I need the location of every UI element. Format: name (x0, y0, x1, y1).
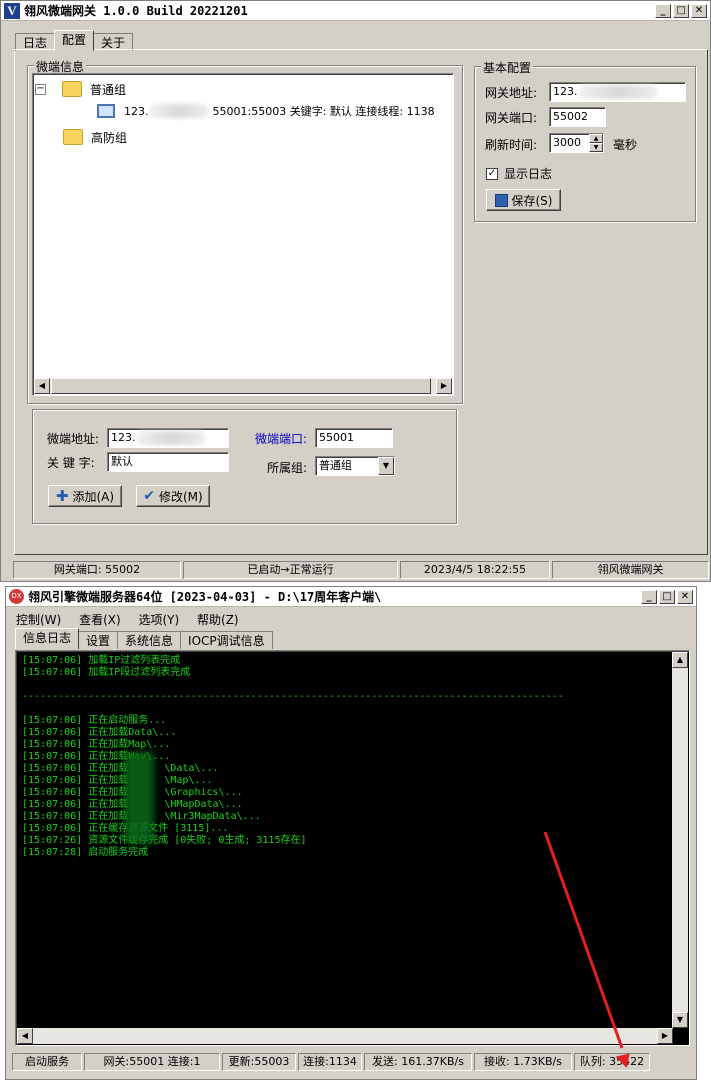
spin-down-icon[interactable]: ▼ (589, 143, 603, 152)
tree-row-server[interactable]: 123. 55001:55003 关键字: 默认 连接线程: 1138 (97, 101, 435, 121)
maximize-button[interactable]: □ (659, 589, 675, 604)
gateway-titlebar[interactable]: V 翎风微端网关 1.0.0 Build 20221201 _ □ ✕ (1, 1, 710, 21)
menu-view[interactable]: 查看(X) (79, 613, 121, 627)
collapse-icon[interactable]: − (35, 83, 46, 95)
annotation-arrow (543, 831, 630, 1068)
status-running: 已启动→正常运行 (183, 561, 398, 579)
log-line: [15:07:06] 正在启动服务... (22, 715, 167, 726)
status-gateway-connections: 网关:55001 连接:1 (84, 1053, 220, 1071)
show-log-checkbox[interactable]: ✓ 显示日志 (486, 165, 552, 182)
group-label: 所属组: (267, 461, 308, 475)
tab-config[interactable]: 配置 (54, 30, 95, 51)
log-line: [15:07:06] 加载IP过滤列表完成 (22, 655, 181, 666)
log-line: [15:07:06] 正在加载 \Data\... (22, 763, 219, 774)
gateway-port-label: 网关端口: (485, 111, 538, 125)
tree-row-group2[interactable]: 高防组 (63, 126, 127, 148)
scroll-up-icon[interactable]: ▲ (672, 652, 688, 668)
server-menubar: 控制(W) 查看(X) 选项(Y) 帮助(Z) (6, 607, 696, 627)
save-button[interactable]: 保存(S) (486, 189, 561, 211)
refresh-unit: 毫秒 (613, 138, 638, 152)
basic-config-legend: 基本配置 (481, 59, 534, 76)
tab-iocp-debug[interactable]: IOCP调试信息 (180, 631, 273, 649)
computer-icon (97, 104, 115, 118)
log-line: [15:07:06] 正在加载 \Graphics\... (22, 787, 243, 798)
refresh-label: 刷新时间: (485, 138, 538, 152)
status-datetime: 2023/4/5 18:22:55 (400, 561, 550, 579)
scroll-right-icon[interactable]: ▶ (657, 1028, 673, 1044)
gateway-window: V 翎风微端网关 1.0.0 Build 20221201 _ □ ✕ 日志 配… (0, 0, 711, 582)
gateway-address-label: 网关地址: (485, 86, 538, 100)
gateway-statusbar: 网关端口: 55002 已启动→正常运行 2023/4/5 18:22:55 翎… (13, 561, 709, 579)
log-line: ----------------------------------------… (22, 691, 564, 702)
checkbox-icon[interactable]: ✓ (486, 167, 498, 180)
menu-help[interactable]: 帮助(Z) (197, 613, 239, 627)
menu-options[interactable]: 选项(Y) (138, 613, 179, 627)
close-button[interactable]: ✕ (677, 589, 693, 604)
status-gateway-port: 网关端口: 55002 (13, 561, 181, 579)
server-tree[interactable]: − 普通组 123. 55001:55003 关键字: 默认 连接线程: 113… (32, 73, 454, 396)
server-titlebar[interactable]: DX 翎风引擎微端服务器64位 [2023-04-03] - D:\17周年客户… (6, 587, 696, 607)
keyword-input[interactable]: 默认 (107, 452, 229, 472)
scroll-left-icon[interactable]: ◀ (34, 378, 50, 394)
micro-address-input[interactable]: 123. (107, 428, 229, 448)
micro-port-input[interactable]: 55001 (315, 428, 393, 448)
log-line: [15:07:06] 正在加载 \Map\... (22, 775, 213, 786)
redacted-ip (148, 104, 209, 118)
tree-row-group1[interactable]: − 普通组 (35, 78, 126, 100)
scroll-right-icon[interactable]: ▶ (436, 378, 452, 394)
status-app-name: 翎风微端网关 (552, 561, 709, 579)
gateway-port-input[interactable]: 55002 (549, 107, 606, 127)
console-vscrollbar[interactable]: ▲ ▼ (672, 652, 688, 1028)
checkmark-icon: ✔ (143, 488, 155, 504)
gateway-title: 翎风微端网关 1.0.0 Build 20221201 (24, 4, 248, 18)
tab-system-info[interactable]: 系统信息 (117, 631, 182, 649)
minimize-button[interactable]: _ (641, 589, 657, 604)
app-logo-icon: V (4, 2, 20, 19)
log-line: [15:07:06] 正在加载Data\... (22, 727, 177, 738)
redaction-smudge (124, 752, 154, 844)
chevron-down-icon[interactable]: ▼ (378, 457, 394, 475)
log-line: [15:07:06] 正在加载Wav\... (22, 751, 171, 762)
scroll-thumb[interactable] (51, 378, 431, 394)
close-button[interactable]: ✕ (691, 3, 707, 18)
tree-group1-label: 普通组 (90, 82, 127, 97)
minimize-button[interactable]: _ (655, 3, 671, 18)
maximize-button[interactable]: □ (673, 3, 689, 18)
server-details: 55001:55003 关键字: 默认 连接线程: 1138 (212, 105, 435, 118)
micro-address-label: 微端地址: (47, 432, 100, 446)
server-title: 翎风引擎微端服务器64位 [2023-04-03] - D:\17周年客户端\ (28, 590, 382, 604)
folder-icon (63, 129, 83, 145)
gateway-address-input[interactable]: 123. (549, 82, 686, 102)
scroll-left-icon[interactable]: ◀ (17, 1028, 33, 1044)
log-line: [15:07:06] 加载IP段过滤列表完成 (22, 667, 191, 678)
status-send-rate: 发送: 161.37KB/s (364, 1053, 472, 1071)
status-start-service: 启动服务 (12, 1053, 82, 1071)
folder-icon (62, 81, 82, 97)
arrow-head (615, 1053, 630, 1068)
refresh-spinner[interactable]: 3000 ▲ ▼ (549, 133, 604, 153)
group-select[interactable]: 普通组 ▼ (315, 456, 395, 476)
scroll-down-icon[interactable]: ▼ (672, 1012, 688, 1028)
tree-hscrollbar[interactable]: ◀ ▶ (34, 378, 452, 394)
status-connections: 连接:1134 (298, 1053, 362, 1071)
spin-up-icon[interactable]: ▲ (589, 134, 603, 143)
modify-button[interactable]: ✔ 修改(M) (136, 485, 210, 507)
keyword-label: 关 键 字: (47, 456, 95, 470)
server-ip-prefix: 123. (124, 104, 149, 118)
log-line: [15:07:06] 正在加载 \HMapData\... (22, 799, 243, 810)
menu-control[interactable]: 控制(W) (16, 613, 61, 627)
floppy-disk-icon (494, 193, 508, 207)
status-update-port: 更新:55003 (222, 1053, 296, 1071)
tree-group2-label: 高防组 (91, 130, 128, 145)
plus-icon: ✚ (55, 487, 69, 505)
app-logo-icon: DX (9, 589, 24, 604)
arrow-line (543, 831, 624, 1049)
add-button[interactable]: ✚ 添加(A) (48, 485, 122, 507)
log-line: [15:07:06] 正在加载Map\... (22, 739, 171, 750)
tab-settings[interactable]: 设置 (78, 631, 119, 649)
micro-port-label: 微端端口: (255, 432, 308, 446)
tab-info-log[interactable]: 信息日志 (15, 628, 80, 649)
